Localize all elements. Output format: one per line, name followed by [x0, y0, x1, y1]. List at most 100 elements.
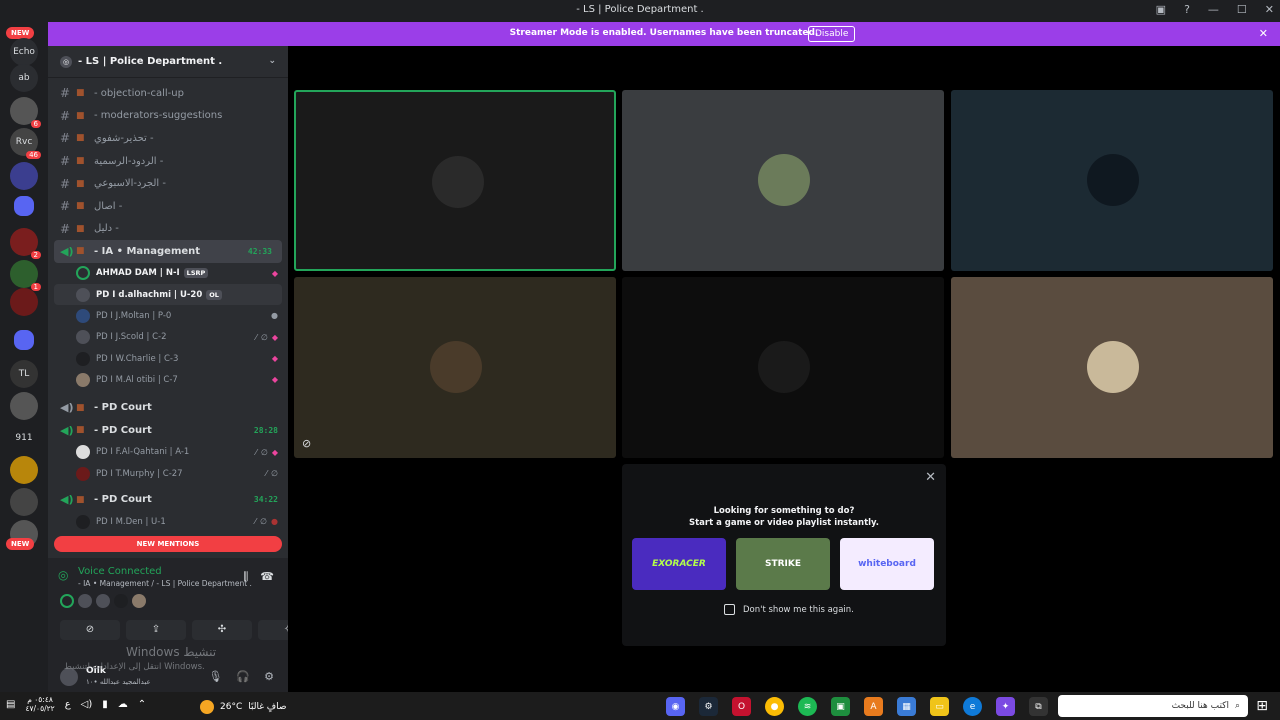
hash-icon: #	[60, 154, 71, 169]
avatar	[432, 156, 484, 208]
taskbar-search[interactable]: اكتب هنا للبحث ⌕	[1058, 695, 1248, 717]
spotify-icon[interactable]: ≋	[798, 697, 817, 716]
participant-tile[interactable]	[951, 90, 1273, 271]
close-icon[interactable]: ✕	[1259, 27, 1268, 40]
headphone-muted-icon: ∅	[260, 332, 268, 342]
guild-11[interactable]: TL	[10, 360, 38, 388]
weather-widget[interactable]: 26°C صافٍ غالبًا	[200, 700, 286, 714]
app-icon-2[interactable]: A	[864, 697, 883, 716]
settings-gear-icon[interactable]: ⚙	[264, 670, 274, 683]
channel-item[interactable]: # ■ دليل -	[48, 218, 288, 241]
copilot-icon[interactable]: ✦	[996, 697, 1015, 716]
onedrive-icon[interactable]: ☁	[118, 699, 128, 710]
guild-9[interactable]	[10, 288, 38, 316]
voice-user[interactable]: PD I M.Al otibi | C-7 ◆	[48, 369, 288, 390]
voice-channel-court-1[interactable]: ◀) ■ - PD Court	[48, 397, 288, 420]
activity-strike[interactable]: STRIKE	[736, 538, 830, 590]
chevron-down-icon[interactable]: ⌄	[268, 56, 276, 66]
notifications-icon[interactable]: ▤	[6, 699, 15, 710]
opera-icon[interactable]: O	[732, 697, 751, 716]
activity-exoracer[interactable]: EXORACER	[632, 538, 726, 590]
participant-tile[interactable]	[294, 90, 616, 271]
clock[interactable]: ٠٥:٤٨ م ٤٧/٠٥/٢٢	[25, 695, 54, 713]
task-view-icon[interactable]: ⧉	[1029, 697, 1048, 716]
guild-12[interactable]	[10, 392, 38, 420]
participant-tile[interactable]	[622, 90, 944, 271]
participant-tile[interactable]	[951, 277, 1273, 458]
guild-3[interactable]: 6	[10, 97, 41, 128]
chrome-icon[interactable]: ●	[765, 697, 784, 716]
channel-item[interactable]: # ■ - objection-call-up	[48, 82, 288, 105]
guild-5[interactable]	[10, 162, 38, 190]
camera-off-button[interactable]: ⊘	[60, 620, 120, 640]
noise-suppression-icon[interactable]: ⫼	[243, 570, 248, 584]
new-badge-bottom[interactable]: NEW	[6, 538, 35, 550]
volume-icon[interactable]: ◁)	[81, 699, 93, 710]
participant-tile[interactable]: ⊘	[294, 277, 616, 458]
avatar[interactable]	[114, 594, 128, 608]
discord-taskbar-icon[interactable]: ◉	[666, 697, 685, 716]
edge-icon[interactable]: e	[963, 697, 982, 716]
guild-rvc[interactable]: Rvc 46	[10, 128, 41, 159]
folder-icon[interactable]	[14, 196, 34, 216]
channel-item[interactable]: # ■ الجرد-الاسبوعي -	[48, 172, 288, 195]
voice-user[interactable]: PD I d.alhachmi | U-20 OL	[54, 284, 282, 306]
channel-item[interactable]: # ■ - moderators-suggestions	[48, 105, 288, 128]
channel-item[interactable]: # ■ اصال -	[48, 195, 288, 218]
microphone-icon[interactable]: 🎙	[208, 670, 222, 683]
voice-channel-management[interactable]: ◀) ■ - IA • Management 42:33	[54, 240, 282, 263]
disable-button[interactable]: Disable	[808, 26, 856, 42]
guild-echo[interactable]: Echo	[10, 38, 38, 66]
channel-item[interactable]: # ■ تحذير-شفوي -	[48, 127, 288, 150]
guild-14[interactable]	[10, 456, 38, 484]
windows-start-icon[interactable]: ⊞	[1256, 698, 1268, 714]
steam-icon[interactable]: ⚙	[699, 697, 718, 716]
participant-tile[interactable]	[622, 277, 944, 458]
chevron-up-icon[interactable]: ⌃	[138, 699, 146, 710]
server-header[interactable]: ◎ - LS | Police Department . ⌄	[48, 46, 288, 78]
dont-show-again[interactable]: Don't show me this again.	[724, 604, 854, 615]
checkbox[interactable]	[724, 604, 735, 615]
guild-ab[interactable]: ab	[10, 64, 38, 92]
minimize-button[interactable]: —	[1208, 3, 1219, 16]
folder-icon-2[interactable]	[14, 330, 34, 350]
avatar[interactable]	[132, 594, 146, 608]
maximize-button[interactable]: ☐	[1237, 3, 1247, 16]
guild-911[interactable]: 911	[10, 424, 38, 452]
avatar[interactable]	[96, 594, 110, 608]
activity-whiteboard[interactable]: whiteboard	[840, 538, 934, 590]
app-icon[interactable]: ▣	[831, 697, 850, 716]
guild-15[interactable]	[10, 488, 38, 516]
voice-connected-subtitle[interactable]: - IA • Management / - LS | Police Depart…	[78, 579, 252, 588]
voice-channel-court-3[interactable]: ◀) ■ - PD Court 34:22	[48, 488, 288, 511]
help-icon[interactable]: ?	[1184, 3, 1190, 16]
channel-item[interactable]: # ■ الردود-الرسمية -	[48, 150, 288, 173]
voice-user[interactable]: PD I J.Moltan | P-0 ●	[48, 305, 288, 326]
inbox-icon[interactable]: ▣	[1156, 3, 1166, 16]
guild-8[interactable]: 1	[10, 260, 41, 291]
disconnect-icon[interactable]: ☎	[260, 570, 274, 584]
voice-user[interactable]: PD I J.Scold | C-2 ⁄ ∅ ◆	[48, 327, 288, 348]
language-indicator[interactable]: ع	[65, 699, 71, 710]
close-window-button[interactable]: ✕	[1265, 3, 1274, 16]
close-icon[interactable]: ✕	[925, 470, 936, 485]
new-mentions-button[interactable]: NEW MENTIONS	[54, 536, 282, 552]
voice-timer: 34:22	[253, 495, 278, 505]
store-icon[interactable]: ▦	[897, 697, 916, 716]
avatar[interactable]	[60, 594, 74, 608]
voice-user[interactable]: PD I T.Murphy | C-27 ⁄ ∅	[48, 463, 288, 484]
voice-user[interactable]: PD I M.Den | U-1 ⁄ ∅ ●	[48, 511, 288, 532]
activity-button[interactable]: ✣	[192, 620, 252, 640]
voice-connected-label[interactable]: Voice Connected	[78, 566, 162, 577]
avatar[interactable]	[78, 594, 92, 608]
headphones-icon[interactable]: 🎧	[236, 670, 250, 683]
screen-share-button[interactable]: ⇪	[126, 620, 186, 640]
voice-channel-court-2[interactable]: ◀) ■ - PD Court 28:28	[48, 419, 288, 442]
guild-7[interactable]: 2	[10, 228, 41, 259]
file-explorer-icon[interactable]: ▭	[930, 697, 949, 716]
voice-user[interactable]: AHMAD DAM | N-I LSRP ◆	[48, 263, 288, 284]
new-badge-top[interactable]: NEW	[6, 27, 35, 39]
voice-user[interactable]: PD I F.Al-Qahtani | A-1 ⁄ ∅ ◆	[48, 442, 288, 463]
voice-user[interactable]: PD I W.Charlie | C-3 ◆	[48, 348, 288, 369]
battery-icon[interactable]: ▮	[102, 699, 108, 710]
